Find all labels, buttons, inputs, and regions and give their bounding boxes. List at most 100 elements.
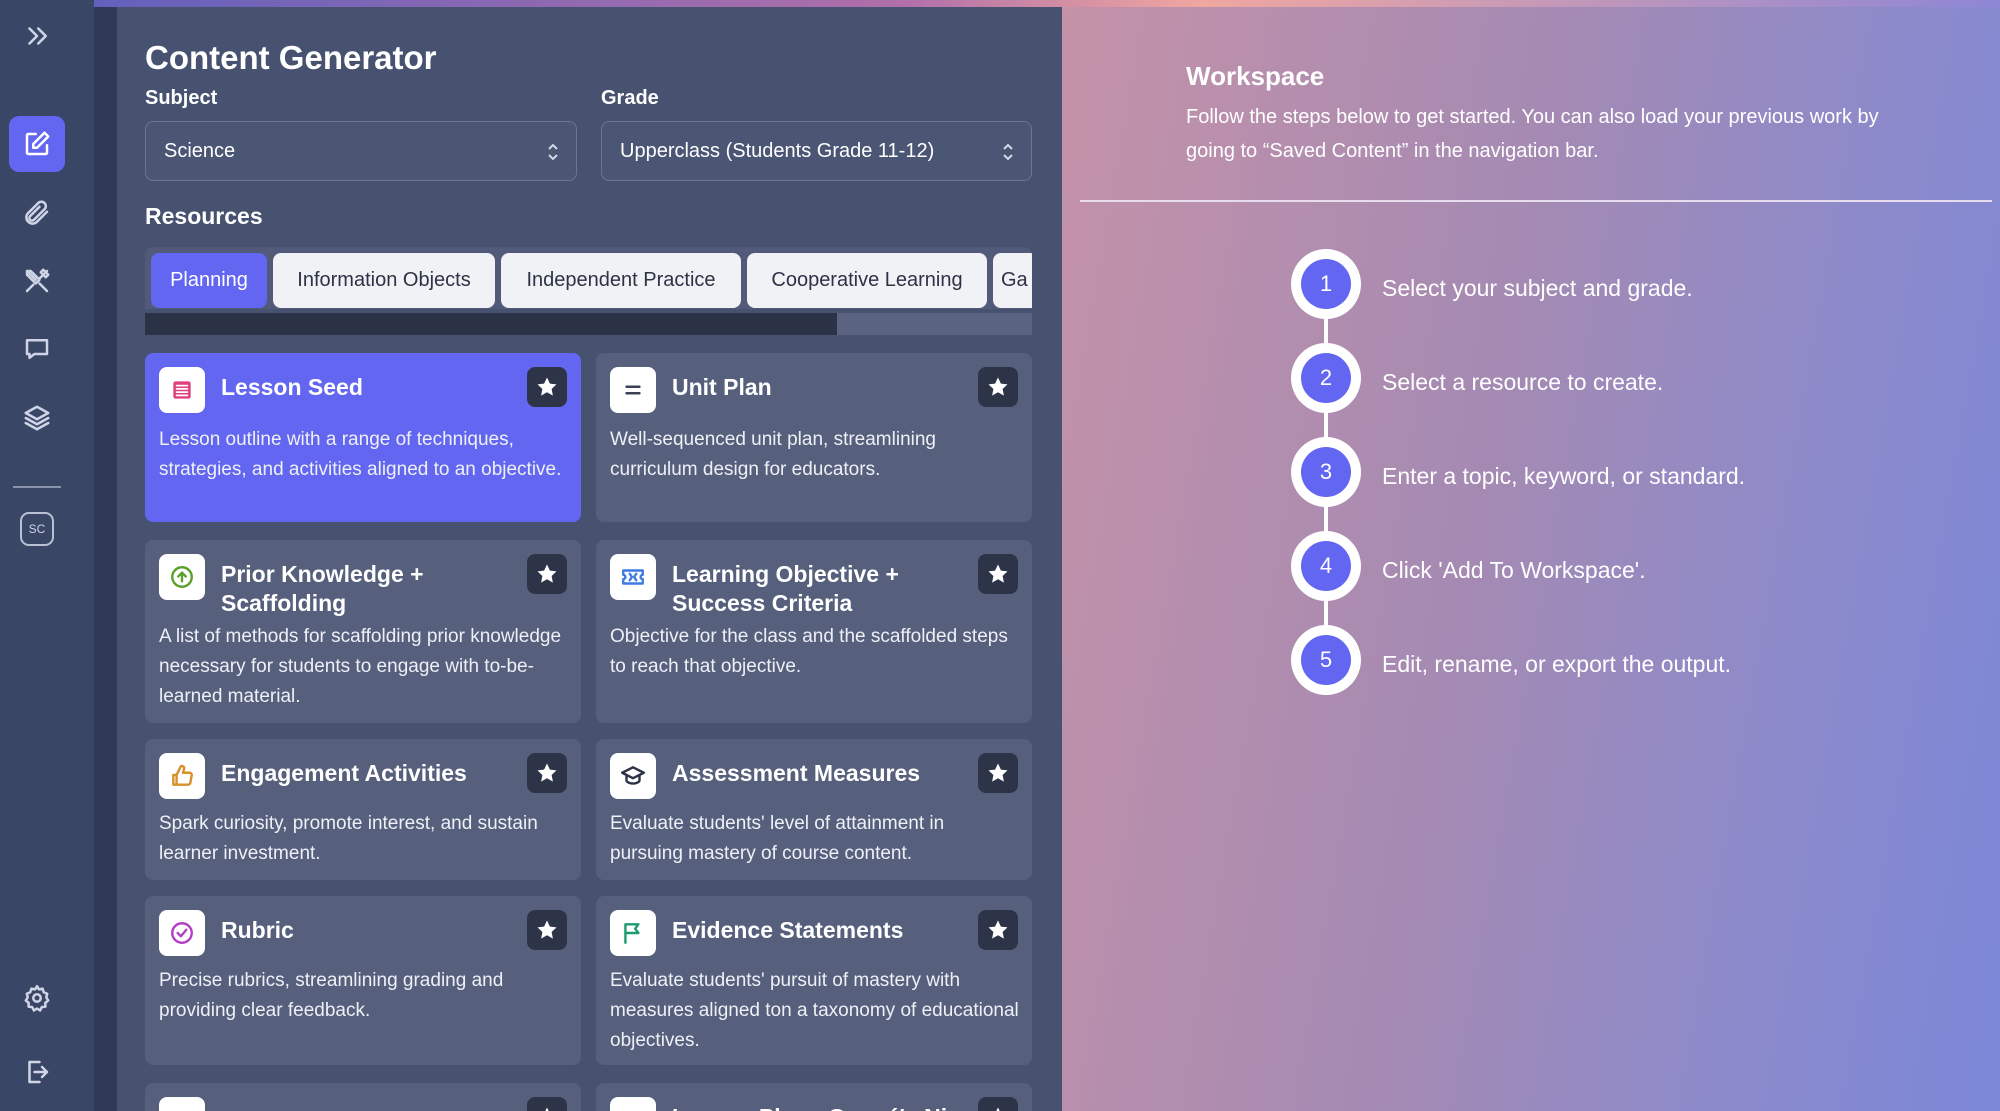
step-text-3: Enter a topic, keyword, or standard. bbox=[1382, 463, 1746, 489]
step-text-1: Select your subject and grade. bbox=[1382, 275, 1693, 301]
tabs-scrollbar-thumb[interactable] bbox=[145, 313, 837, 335]
card-title: Evidence Statements bbox=[672, 917, 904, 943]
paperclip-icon bbox=[25, 200, 49, 225]
card-description: Evaluate students' level of attainment i… bbox=[610, 813, 945, 864]
card-title: Lesson Seed bbox=[221, 374, 363, 400]
resource-card-unit-plan[interactable]: Unit Plan Well-sequenced unit plan, stre… bbox=[596, 353, 1032, 522]
favorite-star-button[interactable] bbox=[527, 753, 567, 793]
step-text-4: Click 'Add To Workspace'. bbox=[1382, 557, 1646, 583]
step-number-1: 1 bbox=[1291, 249, 1361, 319]
resource-card-learning-objective[interactable]: Learning Objective + Success Criteria Ob… bbox=[596, 540, 1032, 723]
resources-heading: Resources bbox=[145, 203, 263, 229]
resource-card-lesson-seed[interactable]: Lesson Seed Lesson outline with a range … bbox=[145, 353, 581, 522]
sidebar-item-layers[interactable] bbox=[9, 390, 65, 446]
tab-independent-practice[interactable]: Independent Practice bbox=[501, 253, 741, 308]
partial-icon bbox=[610, 1097, 656, 1111]
star-icon bbox=[996, 1107, 1000, 1111]
sidebar-item-generator[interactable] bbox=[9, 116, 65, 172]
star-icon bbox=[537, 564, 557, 583]
favorite-star-button[interactable] bbox=[978, 367, 1018, 407]
grade-select-value: Upperclass (Students Grade 11-12) bbox=[620, 139, 935, 162]
card-description: Spark curiosity, promote interest, and s… bbox=[159, 813, 538, 864]
star-icon bbox=[988, 763, 1008, 782]
chat-icon bbox=[25, 339, 49, 359]
subject-select[interactable]: Science bbox=[145, 121, 577, 181]
edit-icon bbox=[25, 131, 50, 156]
favorite-star-button[interactable] bbox=[527, 1097, 567, 1111]
card-title: Assessment Measures bbox=[672, 760, 921, 786]
thumbs-up-icon bbox=[159, 753, 205, 799]
favorite-star-button[interactable] bbox=[978, 910, 1018, 950]
workspace-divider bbox=[1080, 200, 1992, 202]
card-title: Rubric bbox=[221, 917, 294, 943]
sidebar: SC bbox=[0, 0, 94, 1111]
avatar[interactable]: SC bbox=[20, 512, 54, 546]
resource-card-assessment-measures[interactable]: Assessment Measures Evaluate students' l… bbox=[596, 739, 1032, 880]
favorite-star-button[interactable] bbox=[978, 1097, 1018, 1111]
sidebar-item-attachments[interactable] bbox=[9, 185, 65, 241]
card-title: Lesson Plan - Gagné's Nine bbox=[672, 1103, 1002, 1111]
favorite-star-button[interactable] bbox=[978, 554, 1018, 594]
card-description: Objective for the class and the scaffold… bbox=[610, 626, 1008, 677]
workspace-panel: Workspace Follow the steps below to get … bbox=[1062, 7, 2000, 1111]
resource-card-lesson-plan-gagne[interactable]: Lesson Plan - Gagné's Nine bbox=[596, 1083, 1032, 1111]
grade-select[interactable]: Upperclass (Students Grade 11-12) bbox=[601, 121, 1032, 181]
card-description: Evaluate students' pursuit of mastery wi… bbox=[610, 970, 1019, 1051]
grade-label: Grade bbox=[601, 87, 659, 109]
favorite-star-button[interactable] bbox=[527, 554, 567, 594]
resource-card-prior-knowledge[interactable]: Prior Knowledge + Scaffolding A list of … bbox=[145, 540, 581, 723]
favorite-star-button[interactable] bbox=[978, 753, 1018, 793]
top-accent-bar bbox=[0, 0, 2000, 7]
content-generator-panel: Content Generator Subject Science Grade … bbox=[117, 7, 1062, 1111]
star-icon bbox=[988, 920, 1008, 939]
star-icon bbox=[545, 1107, 549, 1111]
tab-planning[interactable]: Planning bbox=[151, 253, 267, 308]
check-circle-icon bbox=[159, 910, 205, 956]
tab-games[interactable]: Ga bbox=[993, 253, 1032, 308]
select-chevron-icon bbox=[546, 140, 560, 164]
sidebar-item-logout[interactable] bbox=[9, 1044, 65, 1100]
lines-icon bbox=[159, 367, 205, 413]
graduation-cap-icon bbox=[610, 753, 656, 799]
step-number-4: 4 bbox=[1291, 531, 1361, 601]
card-description: Well-sequenced unit plan, streamlining c… bbox=[610, 429, 936, 480]
favorite-star-button[interactable] bbox=[527, 367, 567, 407]
subject-label: Subject bbox=[145, 87, 218, 109]
step-number-3: 3 bbox=[1291, 437, 1361, 507]
card-description: Precise rubrics, streamlining grading an… bbox=[159, 970, 504, 1021]
resource-tabs: Planning Information Objects Independent… bbox=[145, 247, 1032, 309]
resource-card-evidence-statements[interactable]: Evidence Statements Evaluate students' p… bbox=[596, 896, 1032, 1065]
resource-card-engagement-activities[interactable]: Engagement Activities Spark curiosity, p… bbox=[145, 739, 581, 880]
tab-cooperative-learning[interactable]: Cooperative Learning bbox=[747, 253, 987, 308]
sidebar-item-tools[interactable] bbox=[9, 253, 65, 309]
layers-icon bbox=[24, 405, 50, 431]
resource-card-partial-left[interactable] bbox=[145, 1083, 581, 1111]
select-chevron-icon bbox=[1001, 140, 1015, 164]
card-title: Learning Objective + Success Criteria bbox=[672, 561, 899, 616]
expand-sidebar-button[interactable] bbox=[9, 8, 65, 64]
star-icon bbox=[537, 920, 557, 939]
workspace-title: Workspace bbox=[1186, 61, 1325, 91]
sidebar-divider bbox=[13, 486, 61, 488]
star-icon bbox=[537, 377, 557, 396]
favorite-star-button[interactable] bbox=[527, 910, 567, 950]
subject-select-value: Science bbox=[164, 139, 236, 162]
tab-information-objects[interactable]: Information Objects bbox=[273, 253, 495, 308]
partial-icon bbox=[159, 1097, 205, 1111]
sidebar-item-settings[interactable] bbox=[9, 970, 65, 1026]
card-title: Prior Knowledge + Scaffolding bbox=[221, 561, 424, 616]
gear-icon bbox=[24, 984, 50, 1012]
tabs-scrollbar[interactable] bbox=[145, 313, 1032, 335]
card-title: Unit Plan bbox=[672, 374, 772, 400]
card-description: A list of methods for scaffolding prior … bbox=[159, 626, 562, 707]
card-title: Engagement Activities bbox=[221, 760, 467, 786]
logout-icon bbox=[28, 1060, 49, 1084]
star-icon bbox=[537, 763, 557, 782]
page-title: Content Generator bbox=[145, 39, 437, 76]
sidebar-item-chat[interactable] bbox=[9, 321, 65, 377]
step-number-2: 2 bbox=[1291, 343, 1361, 413]
tools-icon bbox=[25, 268, 50, 293]
flag-icon bbox=[610, 910, 656, 956]
resource-card-rubric[interactable]: Rubric Precise rubrics, streamlining gra… bbox=[145, 896, 581, 1065]
workspace-description: Follow the steps below to get started. Y… bbox=[1186, 106, 1879, 162]
